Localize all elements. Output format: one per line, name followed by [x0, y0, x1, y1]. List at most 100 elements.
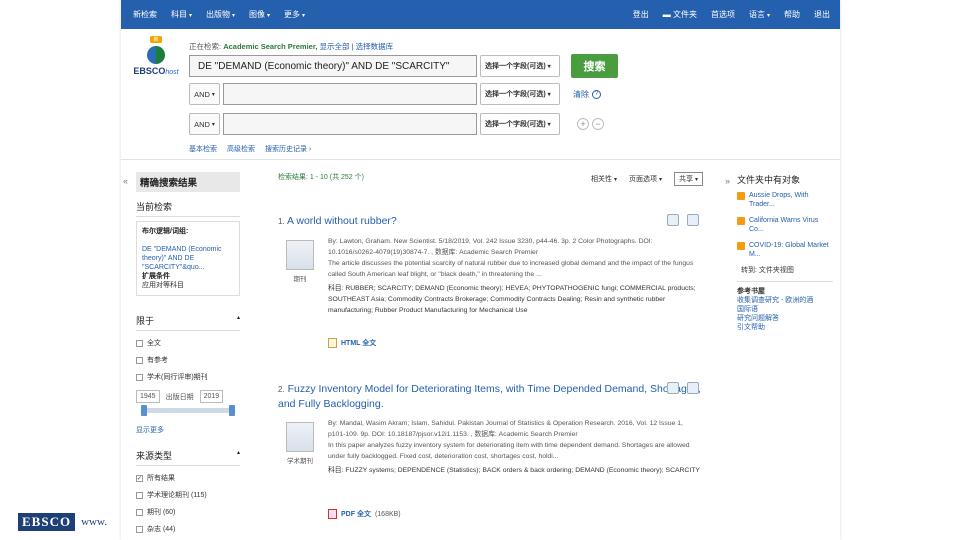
limit-header[interactable]: 限于 ▴: [136, 306, 240, 331]
nav-new-search[interactable]: 新检索: [133, 9, 157, 20]
source-magazines[interactable]: 杂志 (44): [136, 524, 240, 534]
remove-row-icon[interactable]: −: [592, 118, 604, 130]
ref-link[interactable]: 国际语: [737, 305, 833, 314]
result-abstract: In this paper analyzes fuzzy inventory s…: [328, 442, 690, 460]
show-more-link[interactable]: 显示更多: [136, 425, 240, 435]
result-abstract: The article discusses the potential scar…: [328, 260, 694, 278]
folder-view-link[interactable]: 转到: 文件夹视图: [741, 266, 833, 275]
search-history-link[interactable]: 搜索历史记录 ›: [265, 144, 311, 154]
ref-link[interactable]: 收集调查研究 - 欧洲的酒: [737, 296, 833, 305]
result-type: 学术期刊: [287, 458, 313, 465]
source-periodicals[interactable]: 期刊 (60): [136, 507, 240, 517]
result-title[interactable]: Fuzzy Inventory Model for Deteriorating …: [278, 383, 701, 410]
basic-search-link[interactable]: 基本检索: [189, 144, 217, 154]
result-subjects: 科目: RUBBER; SCARCITY; DEMAND (Economic t…: [328, 285, 696, 314]
show-all-link[interactable]: 显示全部: [320, 42, 350, 51]
divider: [121, 159, 840, 160]
nav-folder[interactable]: ▬ 文件夹: [663, 9, 697, 20]
date-to-input[interactable]: 2019: [199, 390, 224, 403]
search-row-1: DE "DEMAND (Economic theory)" AND DE "SC…: [189, 54, 618, 78]
pdf-icon: [328, 509, 337, 519]
add-folder-icon[interactable]: [687, 214, 699, 226]
nav-images[interactable]: 图像 ▾: [249, 9, 270, 20]
pdf-fulltext-link[interactable]: PDF 全文 (168KB): [328, 509, 401, 519]
relevance-sort[interactable]: 相关性 ▾: [591, 174, 617, 184]
html-fulltext-link[interactable]: HTML 全文: [328, 338, 376, 348]
source-all[interactable]: ✓ 所有结果: [136, 473, 240, 483]
results-list: 检索结果: 1 - 10 (共 252 个) 相关性 ▾ 页面选项 ▾ 共享 ▾ 1.…: [278, 172, 703, 519]
nav-logout[interactable]: 登出: [633, 9, 649, 20]
folder-item[interactable]: Aussie Drops, With Trader...: [737, 191, 833, 209]
field-select-2[interactable]: 选择一个字段(可选) ▾: [480, 83, 560, 105]
expander-item[interactable]: 应用对等科目: [142, 282, 184, 289]
result-type: 期刊: [293, 276, 307, 283]
refine-title: 精确搜索结果: [136, 172, 240, 192]
page-options[interactable]: 页面选项 ▾: [629, 174, 662, 184]
nav-publications[interactable]: 出版物 ▾: [206, 9, 235, 20]
bool-select-2[interactable]: AND ▾: [189, 83, 220, 105]
footer-url: www.: [81, 516, 107, 528]
search-row-3: AND ▾ 选择一个字段(可选) ▾ + −: [189, 113, 604, 135]
limit-references[interactable]: 有参考: [136, 355, 240, 365]
folder-icon: ▬: [662, 10, 673, 19]
search-input-1[interactable]: DE "DEMAND (Economic theory)" AND DE "SC…: [189, 55, 477, 77]
browser-screenshot: 新检索 科目 ▾ 出版物 ▾ 图像 ▾ 更多 ▾ 登出 ▬ 文件夹 首选项 语言 ▾ 帮助…: [121, 0, 840, 540]
refine-results-panel: 精确搜索结果 当前检索 布尔逻辑/词组: DE "DEMAND (Economi…: [136, 172, 240, 534]
field-select-3[interactable]: 选择一个字段(可选) ▾: [480, 113, 560, 135]
result-item: 2. Fuzzy Inventory Model for Deteriorati…: [278, 382, 701, 519]
limit-fulltext[interactable]: 全文: [136, 338, 240, 348]
footer-logo: EBSCO: [18, 513, 76, 531]
current-search-box: 布尔逻辑/词组: DE "DEMAND (Economic theory)" A…: [136, 221, 240, 296]
html-icon: [328, 338, 337, 348]
globe-icon: [147, 46, 165, 64]
ebsco-host-logo[interactable]: 新 EBSCOhost: [131, 34, 181, 76]
result-subjects: 科目: FUZZY systems; DEPENDENCE (Statistic…: [328, 467, 700, 474]
nav-language[interactable]: 语言 ▾: [749, 9, 770, 20]
clear-link[interactable]: 清除: [573, 89, 589, 100]
search-button[interactable]: 搜索: [571, 54, 618, 78]
nav-preferences[interactable]: 首选项: [711, 9, 735, 20]
ref-link[interactable]: 引文帮助: [737, 323, 833, 332]
periodical-icon: [286, 240, 314, 270]
add-folder-icon[interactable]: [687, 382, 699, 394]
folder-title: 文件夹中有对象: [737, 175, 801, 185]
choose-database-link[interactable]: 选择数据库: [356, 42, 394, 51]
nav-help[interactable]: 帮助: [784, 9, 800, 20]
nav-exit[interactable]: 退出: [814, 9, 830, 20]
advanced-search-link[interactable]: 高级检索: [227, 144, 255, 154]
current-search-header[interactable]: 当前检索: [136, 192, 240, 217]
bool-select-3[interactable]: AND ▾: [189, 113, 220, 135]
result-item: 1. A world without rubber? 期刊 By: Lawton…: [278, 214, 703, 348]
top-nav-bar: 新检索 科目 ▾ 出版物 ▾ 图像 ▾ 更多 ▾ 登出 ▬ 文件夹 首选项 语言 ▾ 帮助…: [121, 0, 840, 29]
new-badge: 新: [150, 36, 162, 43]
searching-database-info: 正在检索: Academic Search Premier, 显示全部 | 选择…: [189, 42, 394, 51]
help-icon[interactable]: ?: [592, 89, 601, 99]
add-row-icon[interactable]: +: [577, 118, 589, 130]
source-academic[interactable]: 学术理论期刊 (115): [136, 490, 240, 500]
result-meta: By: Lawton, Graham. New Scientist. 5/18/…: [328, 238, 653, 256]
source-type-header[interactable]: 来源类型 ▴: [136, 441, 240, 466]
date-range: 1945 出版日期 2019: [136, 390, 240, 403]
preview-icon[interactable]: [667, 214, 679, 226]
date-slider[interactable]: [141, 405, 235, 416]
result-meta: By: Mandal, Wasim Akram; Islam, Sahidul.…: [328, 420, 683, 438]
folder-item[interactable]: COVID-19: Global Market M...: [737, 241, 833, 259]
preview-icon[interactable]: [667, 382, 679, 394]
field-select-1[interactable]: 选择一个字段(可选) ▾: [480, 55, 560, 77]
search-input-3[interactable]: [223, 113, 477, 135]
result-title[interactable]: A world without rubber?: [287, 215, 397, 227]
nav-more[interactable]: 更多 ▾: [284, 9, 305, 20]
nav-subjects[interactable]: 科目 ▾: [171, 9, 192, 20]
ref-link[interactable]: 研究问题解答: [737, 314, 833, 323]
refs-title: 参考书屋: [737, 281, 833, 296]
collapse-right-icon[interactable]: »: [725, 176, 730, 186]
search-row-2: AND ▾ 选择一个字段(可选) ▾ 清除 ?: [189, 83, 601, 105]
limit-peer-reviewed[interactable]: 学术(同行评审)期刊: [136, 372, 240, 382]
results-count: 检索结果: 1 - 10 (共 252 个): [278, 174, 364, 181]
collapse-left-icon[interactable]: «: [123, 176, 128, 186]
date-from-input[interactable]: 1945: [136, 390, 160, 403]
search-input-2[interactable]: [223, 83, 477, 105]
folder-item[interactable]: California Warns Virus Co...: [737, 216, 833, 234]
share-button[interactable]: 共享 ▾: [673, 172, 703, 186]
boolean-value[interactable]: DE "DEMAND (Economic theory)" AND DE "SC…: [142, 246, 222, 271]
